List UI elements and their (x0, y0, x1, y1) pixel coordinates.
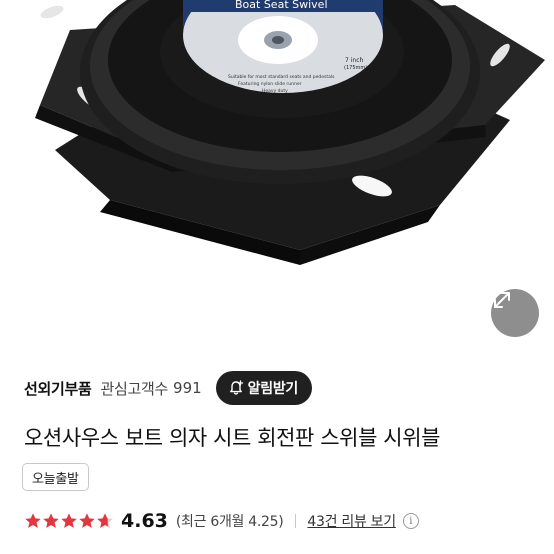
follower-label: 관심고객수 (100, 379, 169, 398)
rating-score: 4.63 (121, 510, 168, 532)
product-image[interactable]: Boat Seat Swivel 7 inch (175mm) Suitable… (0, 0, 554, 352)
star-icon (97, 513, 113, 528)
label-caption-2: Featuring nylon slide runner (238, 81, 302, 87)
product-title: 오션사우스 보트 의자 시트 회전판 스위블 시위블 (24, 426, 441, 450)
star-icon (61, 513, 77, 528)
alert-button-label: 알림받기 (247, 381, 299, 397)
label-size: 7 inch (345, 57, 363, 64)
label-caption-1: Suitable for most standard seats and ped… (228, 74, 335, 80)
label-title: Boat Seat Swivel (235, 0, 328, 11)
review-link[interactable]: 43건 리뷰 보기 (307, 511, 396, 531)
rating-summary: 4.63 (최근 6개월 4.25) 43건 리뷰 보기 i (24, 508, 544, 534)
star-icon (43, 513, 59, 528)
bell-plus-icon (228, 380, 244, 396)
divider (295, 514, 297, 528)
label-caption-3: Heavy duty (262, 88, 288, 94)
expand-image-button[interactable] (491, 289, 539, 337)
boat-seat-swivel-image: Boat Seat Swivel 7 inch (175mm) Suitable… (35, 0, 545, 265)
seller-info: 선외기부품 관심고객수 991 알림받기 (24, 370, 534, 406)
delivery-badge: 오늘출발 (22, 463, 89, 491)
label-size-metric: (175mm) (344, 65, 367, 71)
follower-count: 991 (173, 379, 202, 397)
seller-name[interactable]: 선외기부품 (24, 378, 92, 399)
info-icon[interactable]: i (402, 513, 419, 529)
alert-subscribe-button[interactable]: 알림받기 (215, 371, 312, 405)
star-icon (79, 513, 95, 528)
star-icon (25, 513, 41, 528)
recent-rating: (최근 6개월 4.25) (175, 514, 284, 530)
star-rating (24, 512, 114, 530)
